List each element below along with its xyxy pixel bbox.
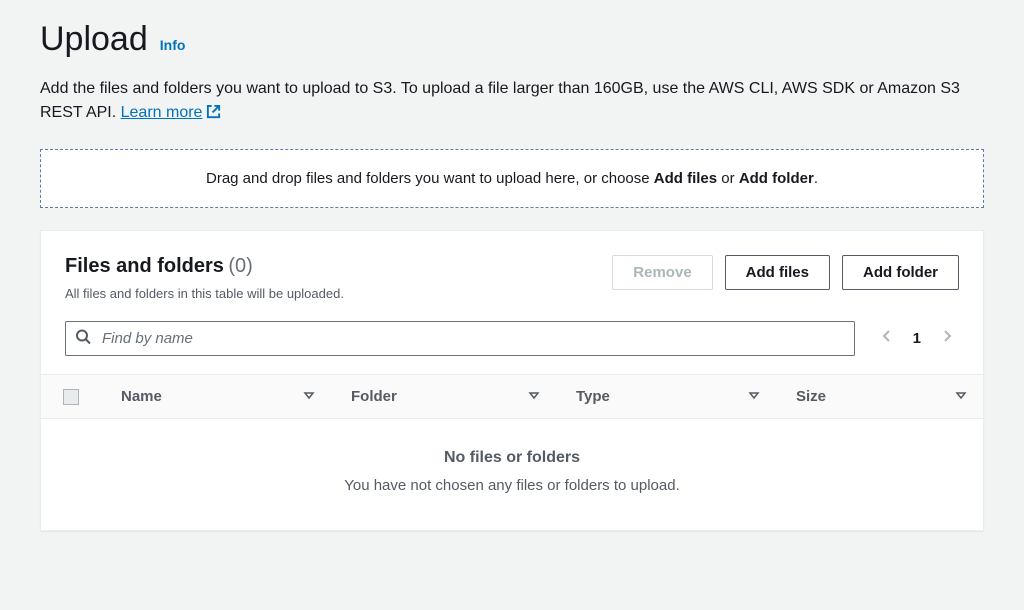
column-size-label: Size (796, 388, 826, 405)
pagination-prev-icon (879, 328, 895, 349)
add-files-button[interactable]: Add files (725, 255, 830, 290)
sort-icon (303, 388, 315, 405)
panel-title: Files and folders (65, 255, 224, 277)
select-all-cell (41, 389, 101, 405)
column-header-name[interactable]: Name (101, 388, 331, 405)
dropzone-or: or (717, 170, 739, 187)
select-all-checkbox[interactable] (63, 389, 79, 405)
pagination-next-icon (939, 328, 955, 349)
column-type-label: Type (576, 388, 610, 405)
column-header-type[interactable]: Type (556, 388, 776, 405)
upload-description: Add the files and folders you want to up… (40, 77, 984, 127)
column-header-folder[interactable]: Folder (331, 388, 556, 405)
search-icon (75, 328, 91, 349)
panel-subtitle: All files and folders in this table will… (65, 286, 612, 301)
pagination: 1 (879, 328, 955, 349)
panel-count: (0) (228, 255, 252, 277)
search-input[interactable] (65, 321, 855, 356)
empty-state-subtitle: You have not chosen any files or folders… (41, 477, 983, 494)
empty-state: No files or folders You have not chosen … (41, 419, 983, 530)
dropzone[interactable]: Drag and drop files and folders you want… (40, 149, 984, 208)
table-header: Name Folder Type Size (41, 375, 983, 419)
files-panel: Files and folders (0) All files and fold… (40, 230, 984, 531)
empty-state-title: No files or folders (41, 449, 983, 467)
sort-icon (748, 388, 760, 405)
external-link-icon (206, 103, 221, 127)
page-title: Upload (40, 20, 148, 59)
add-folder-button[interactable]: Add folder (842, 255, 959, 290)
dropzone-text-prefix: Drag and drop files and folders you want… (206, 170, 654, 187)
column-folder-label: Folder (351, 388, 397, 405)
dropzone-add-folder: Add folder (739, 170, 814, 187)
remove-button: Remove (612, 255, 712, 290)
learn-more-link[interactable]: Learn more (121, 104, 222, 121)
files-table: Name Folder Type Size (41, 374, 983, 530)
pagination-page-number[interactable]: 1 (913, 330, 921, 347)
column-name-label: Name (121, 388, 162, 405)
dropzone-suffix: . (814, 170, 818, 187)
sort-icon (528, 388, 540, 405)
sort-icon (955, 388, 967, 405)
info-link[interactable]: Info (160, 37, 186, 53)
column-header-size[interactable]: Size (776, 388, 983, 405)
dropzone-add-files: Add files (654, 170, 717, 187)
